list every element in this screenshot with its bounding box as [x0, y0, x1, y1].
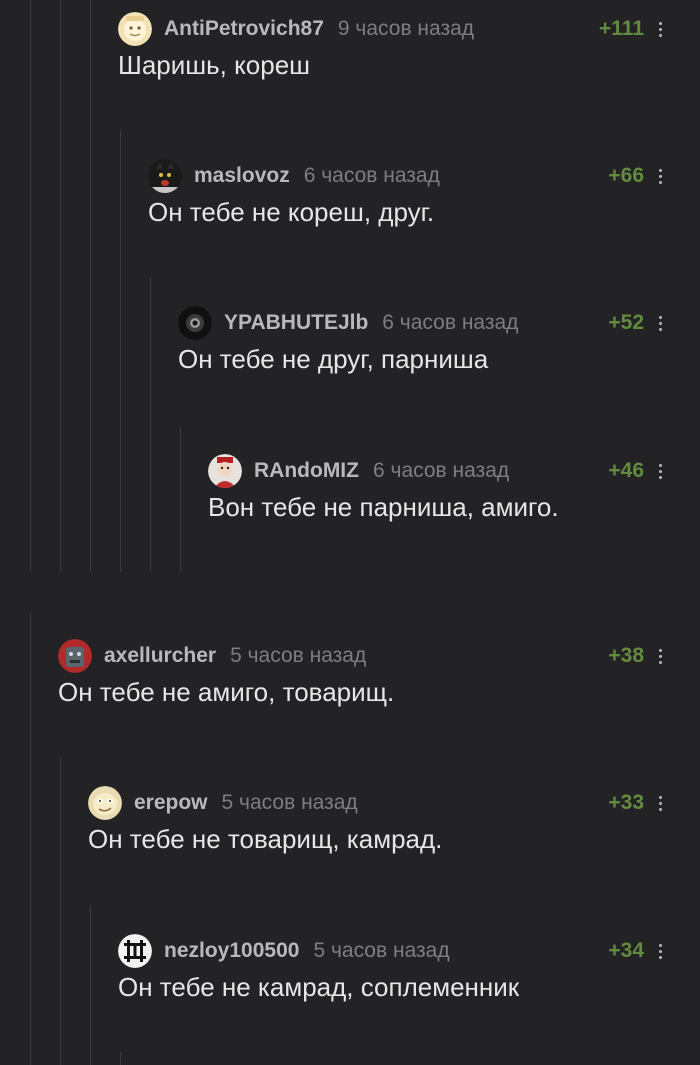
comment-header: RAndoMIZ 6 часов назад +46 [208, 454, 700, 488]
black-cat-avatar[interactable] [148, 159, 182, 193]
more-menu-icon[interactable] [656, 645, 664, 667]
cartoon-face-avatar[interactable] [88, 786, 122, 820]
comment-header: axellurcher 5 часов назад +38 [58, 639, 700, 673]
username-link[interactable]: YPABHUTEJlb 6 часов назад [224, 312, 518, 334]
more-menu-icon[interactable] [656, 940, 664, 962]
comment: axellurcher 5 часов назад +38 Он тебе не … [58, 639, 700, 749]
username-link[interactable]: RAndoMIZ 6 часов назад [254, 460, 509, 482]
comment-timestamp: 9 часов назад [337, 17, 475, 40]
thread-line [30, 0, 31, 572]
thread-line [30, 612, 31, 1065]
gray-character-avatar[interactable] [58, 639, 92, 673]
username-link[interactable]: erepow 5 часов назад [134, 792, 358, 814]
rating-score: +66 [608, 164, 644, 187]
comment-text: Вон тебе не парниша, амиго. [208, 492, 559, 522]
username-link[interactable]: maslovoz 6 часов назад [194, 165, 440, 187]
comment-header: nezloy100500 5 часов назад +34 [118, 934, 700, 968]
comment-timestamp: 6 часов назад [372, 459, 510, 482]
comment-header: maslovoz 6 часов назад +66 [148, 159, 700, 193]
comment: nezloy100500 5 часов назад +34 Он тебе не… [118, 934, 700, 1044]
thread-line [180, 426, 181, 572]
comment-text: Он тебе не камрад, соплеменник [118, 972, 520, 1002]
rating-score: +38 [608, 644, 644, 667]
rating-score: +34 [608, 939, 644, 962]
comment-header: AntiPetrovich87 9 часов назад +111 [118, 12, 700, 46]
thread-line [90, 0, 91, 572]
comment-timestamp: 5 часов назад [221, 791, 358, 814]
rating-score: +46 [608, 459, 644, 482]
thread-line [120, 130, 121, 572]
username-link[interactable]: axellurcher 5 часов назад [104, 645, 366, 667]
comment-timestamp: 5 часов назад [313, 939, 450, 962]
thread-line [60, 758, 61, 1065]
username-link[interactable]: AntiPetrovich87 9 часов назад [164, 18, 474, 40]
comment: YPABHUTEJlb 6 часов назад +52 Он тебе не … [178, 306, 700, 416]
comment-header: YPABHUTEJlb 6 часов назад +52 [178, 306, 700, 340]
thread-line [150, 278, 151, 572]
red-character-avatar[interactable] [208, 454, 242, 488]
comment: AntiPetrovich87 9 часов назад +111 Шаришь… [118, 12, 700, 122]
comment-timestamp: 6 часов назад [303, 164, 440, 187]
thread-line [60, 0, 61, 572]
comment: RAndoMIZ 6 часов назад +46 Вон тебе не па… [208, 454, 700, 564]
comment-text: Он тебе не друг, парниша [178, 344, 489, 374]
thread-line [90, 905, 91, 1065]
light-face-avatar[interactable] [118, 12, 152, 46]
more-menu-icon[interactable] [656, 460, 664, 482]
band-logo-avatar[interactable] [118, 934, 152, 968]
comment-header: erepow 5 часов назад +33 [88, 786, 700, 820]
comment: erepow 5 часов назад +33 Он тебе не товар… [88, 786, 700, 896]
more-menu-icon[interactable] [656, 165, 664, 187]
more-menu-icon[interactable] [656, 18, 664, 40]
comment-text: Он тебе не амиго, товарищ. [58, 677, 395, 707]
comment-text: Он тебе не кореш, друг. [148, 197, 435, 227]
rating-score: +52 [608, 311, 644, 334]
comment: maslovoz 6 часов назад +66 Он тебе не кор… [148, 159, 700, 269]
comment-timestamp: 5 часов назад [230, 644, 367, 667]
rating-score: +33 [608, 791, 644, 814]
more-menu-icon[interactable] [656, 312, 664, 334]
more-menu-icon[interactable] [656, 792, 664, 814]
comment-text: Он тебе не товарищ, камрад. [88, 824, 443, 854]
comment-text: Шаришь, кореш [118, 50, 311, 80]
rating-score: +111 [599, 17, 644, 40]
username-link[interactable]: nezloy100500 5 часов назад [164, 940, 450, 962]
comment-timestamp: 6 часов назад [382, 311, 519, 334]
dark-eye-avatar[interactable] [178, 306, 212, 340]
thread-line [120, 1052, 121, 1065]
